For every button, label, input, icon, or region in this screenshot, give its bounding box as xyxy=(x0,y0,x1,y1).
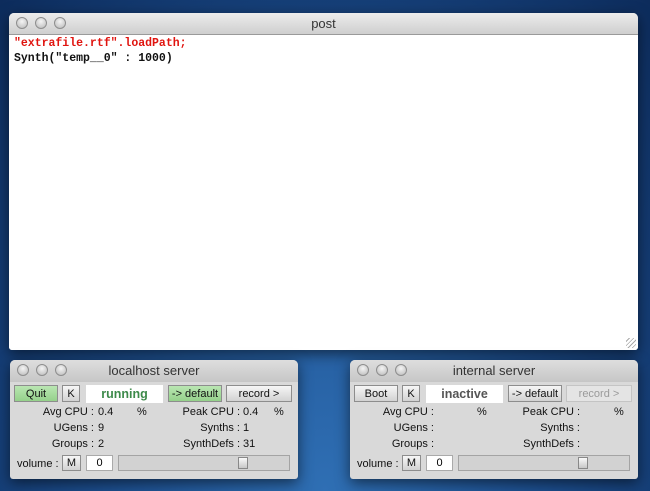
mute-button[interactable]: M xyxy=(62,455,81,471)
close-button[interactable] xyxy=(357,364,369,376)
post-text-area[interactable]: "extrafile.rtf".loadPath; Synth("temp__0… xyxy=(9,35,638,350)
synthdefs-value: 31 xyxy=(243,438,256,450)
groups-value: 2 xyxy=(98,438,105,450)
peak-cpu-label: Peak CPU : xyxy=(522,406,580,418)
resize-grip-icon[interactable] xyxy=(626,338,636,348)
window-title: post xyxy=(311,16,336,31)
avg-cpu-label: Avg CPU : xyxy=(42,406,94,418)
peak-cpu-percent: % xyxy=(274,406,284,418)
volume-input[interactable]: 0 xyxy=(426,455,453,471)
peak-cpu-percent: % xyxy=(614,406,624,418)
title-bar[interactable]: localhost server xyxy=(10,360,298,382)
volume-slider[interactable] xyxy=(458,455,630,471)
window-title: internal server xyxy=(452,363,536,378)
status-display: inactive xyxy=(426,385,503,403)
post-window: post "extrafile.rtf".loadPath; Synth("te… xyxy=(9,13,638,350)
synths-value: 1 xyxy=(243,422,250,434)
synthdefs-label: SynthDefs : xyxy=(523,438,580,450)
zoom-button[interactable] xyxy=(54,17,66,29)
ugens-label: UGens : xyxy=(393,422,434,434)
localhost-server-window: localhost server Quit K running -> defau… xyxy=(10,360,298,479)
zoom-button[interactable] xyxy=(395,364,407,376)
post-line: Synth("temp__0" : 1000) xyxy=(14,52,173,65)
ugens-label: UGens : xyxy=(53,422,94,434)
synthdefs-label: SynthDefs : xyxy=(183,438,240,450)
synths-label: Synths : xyxy=(540,422,580,434)
minimize-button[interactable] xyxy=(376,364,388,376)
default-button[interactable]: -> default xyxy=(168,385,222,402)
close-button[interactable] xyxy=(16,17,28,29)
close-button[interactable] xyxy=(17,364,29,376)
zoom-button[interactable] xyxy=(55,364,67,376)
avg-cpu-label: Avg CPU : xyxy=(382,406,434,418)
groups-label: Groups : xyxy=(391,438,434,450)
volume-label: volume : xyxy=(17,458,59,470)
kill-button[interactable]: K xyxy=(402,385,420,402)
post-line: "extrafile.rtf".loadPath; xyxy=(14,37,187,50)
ugens-value: 9 xyxy=(98,422,105,434)
slider-thumb[interactable] xyxy=(578,457,588,469)
peak-cpu-label: Peak CPU : xyxy=(182,406,240,418)
volume-label: volume : xyxy=(357,458,399,470)
groups-label: Groups : xyxy=(51,438,94,450)
title-bar[interactable]: internal server xyxy=(350,360,638,382)
default-button[interactable]: -> default xyxy=(508,385,562,402)
volume-input[interactable]: 0 xyxy=(86,455,113,471)
internal-server-window: internal server Boot K inactive -> defau… xyxy=(350,360,638,479)
window-title: localhost server xyxy=(108,363,200,378)
kill-button[interactable]: K xyxy=(62,385,80,402)
peak-cpu-value: 0.4 xyxy=(243,406,259,418)
mute-button[interactable]: M xyxy=(402,455,421,471)
synths-label: Synths : xyxy=(200,422,240,434)
quit-button[interactable]: Quit xyxy=(14,385,58,402)
title-bar[interactable]: post xyxy=(9,13,638,35)
minimize-button[interactable] xyxy=(36,364,48,376)
volume-slider[interactable] xyxy=(118,455,290,471)
minimize-button[interactable] xyxy=(35,17,47,29)
slider-thumb[interactable] xyxy=(238,457,248,469)
record-button[interactable]: record > xyxy=(226,385,292,402)
status-display: running xyxy=(86,385,163,403)
record-button[interactable]: record > xyxy=(566,385,632,402)
boot-button[interactable]: Boot xyxy=(354,385,398,402)
